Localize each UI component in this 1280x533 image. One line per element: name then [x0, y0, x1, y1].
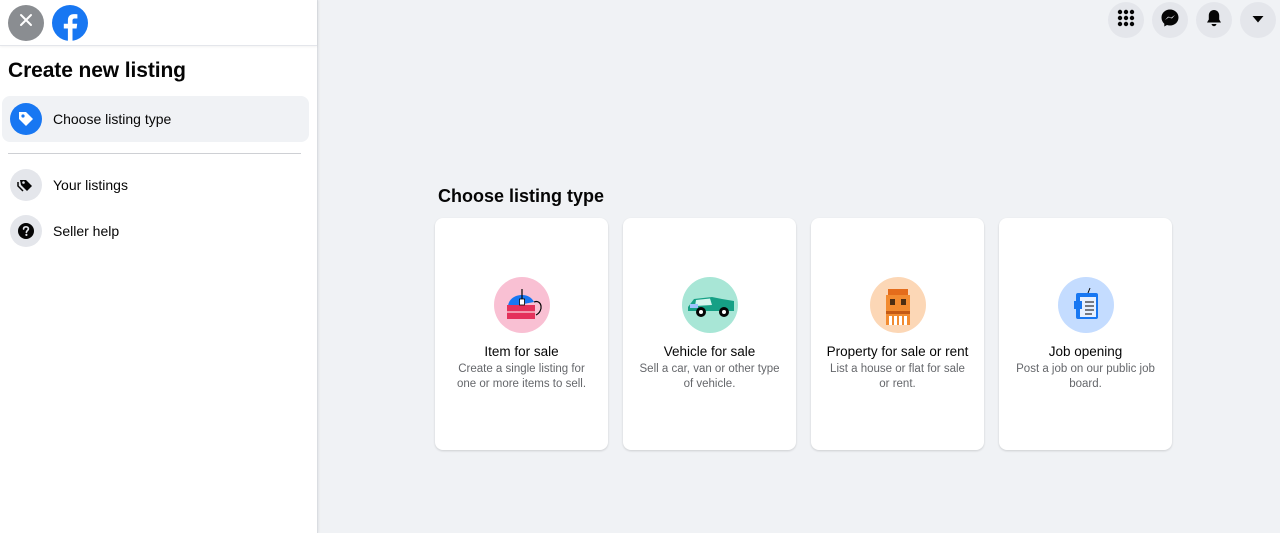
card-job-opening[interactable]: Job opening Post a job on our public job… [999, 218, 1172, 450]
facebook-logo[interactable] [52, 4, 88, 41]
menu-button[interactable] [1108, 2, 1144, 38]
header-actions [1108, 2, 1276, 38]
notifications-button[interactable] [1196, 2, 1232, 38]
job-illustration-icon [1057, 276, 1114, 333]
account-button[interactable] [1240, 2, 1276, 38]
sidebar: Create new listing Choose listing type Y… [0, 0, 318, 533]
card-description: Post a job on our public job board. [1016, 362, 1155, 390]
account-dropdown-icon [1251, 11, 1265, 29]
tags-icon [10, 169, 42, 201]
listing-type-cards: Item for sale Create a single listing fo… [435, 218, 1172, 450]
facebook-f-icon [63, 13, 78, 41]
card-property-for-sale-or-rent[interactable]: Property for sale or rent List a house o… [811, 218, 984, 450]
card-item-for-sale[interactable]: Item for sale Create a single listing fo… [435, 218, 608, 450]
close-button[interactable] [8, 4, 44, 41]
card-vehicle-for-sale[interactable]: Vehicle for sale Sell a car, van or othe… [623, 218, 796, 450]
sidebar-item-label: Choose listing type [53, 111, 172, 127]
card-title: Job opening [1048, 343, 1123, 359]
tag-icon [10, 103, 42, 135]
sidebar-item-label: Your listings [53, 177, 128, 193]
property-illustration-icon [869, 276, 926, 333]
card-title: Item for sale [484, 343, 559, 359]
card-title: Property for sale or rent [826, 343, 969, 359]
question-icon [10, 215, 42, 247]
card-description: Sell a car, van or other type of vehicle… [639, 362, 780, 390]
sidebar-item-choose-listing-type[interactable]: Choose listing type [2, 96, 309, 142]
page-title: Create new listing [8, 59, 186, 82]
messenger-icon [1160, 8, 1180, 33]
sidebar-item-your-listings[interactable]: Your listings [2, 162, 309, 208]
messenger-button[interactable] [1152, 2, 1188, 38]
card-description: List a house or flat for sale or rent. [830, 362, 965, 390]
close-icon [18, 12, 34, 33]
sidebar-divider [8, 153, 301, 154]
vehicle-illustration-icon [681, 276, 738, 333]
sidebar-header [0, 0, 317, 46]
sidebar-item-label: Seller help [53, 223, 120, 239]
menu-grid-icon [1116, 8, 1136, 33]
card-title: Vehicle for sale [663, 343, 756, 359]
section-title: Choose listing type [438, 186, 605, 206]
item-illustration-icon [493, 276, 550, 333]
card-description: Create a single listing for one or more … [456, 362, 587, 390]
sidebar-item-seller-help[interactable]: Seller help [2, 208, 309, 254]
notifications-bell-icon [1204, 8, 1224, 33]
